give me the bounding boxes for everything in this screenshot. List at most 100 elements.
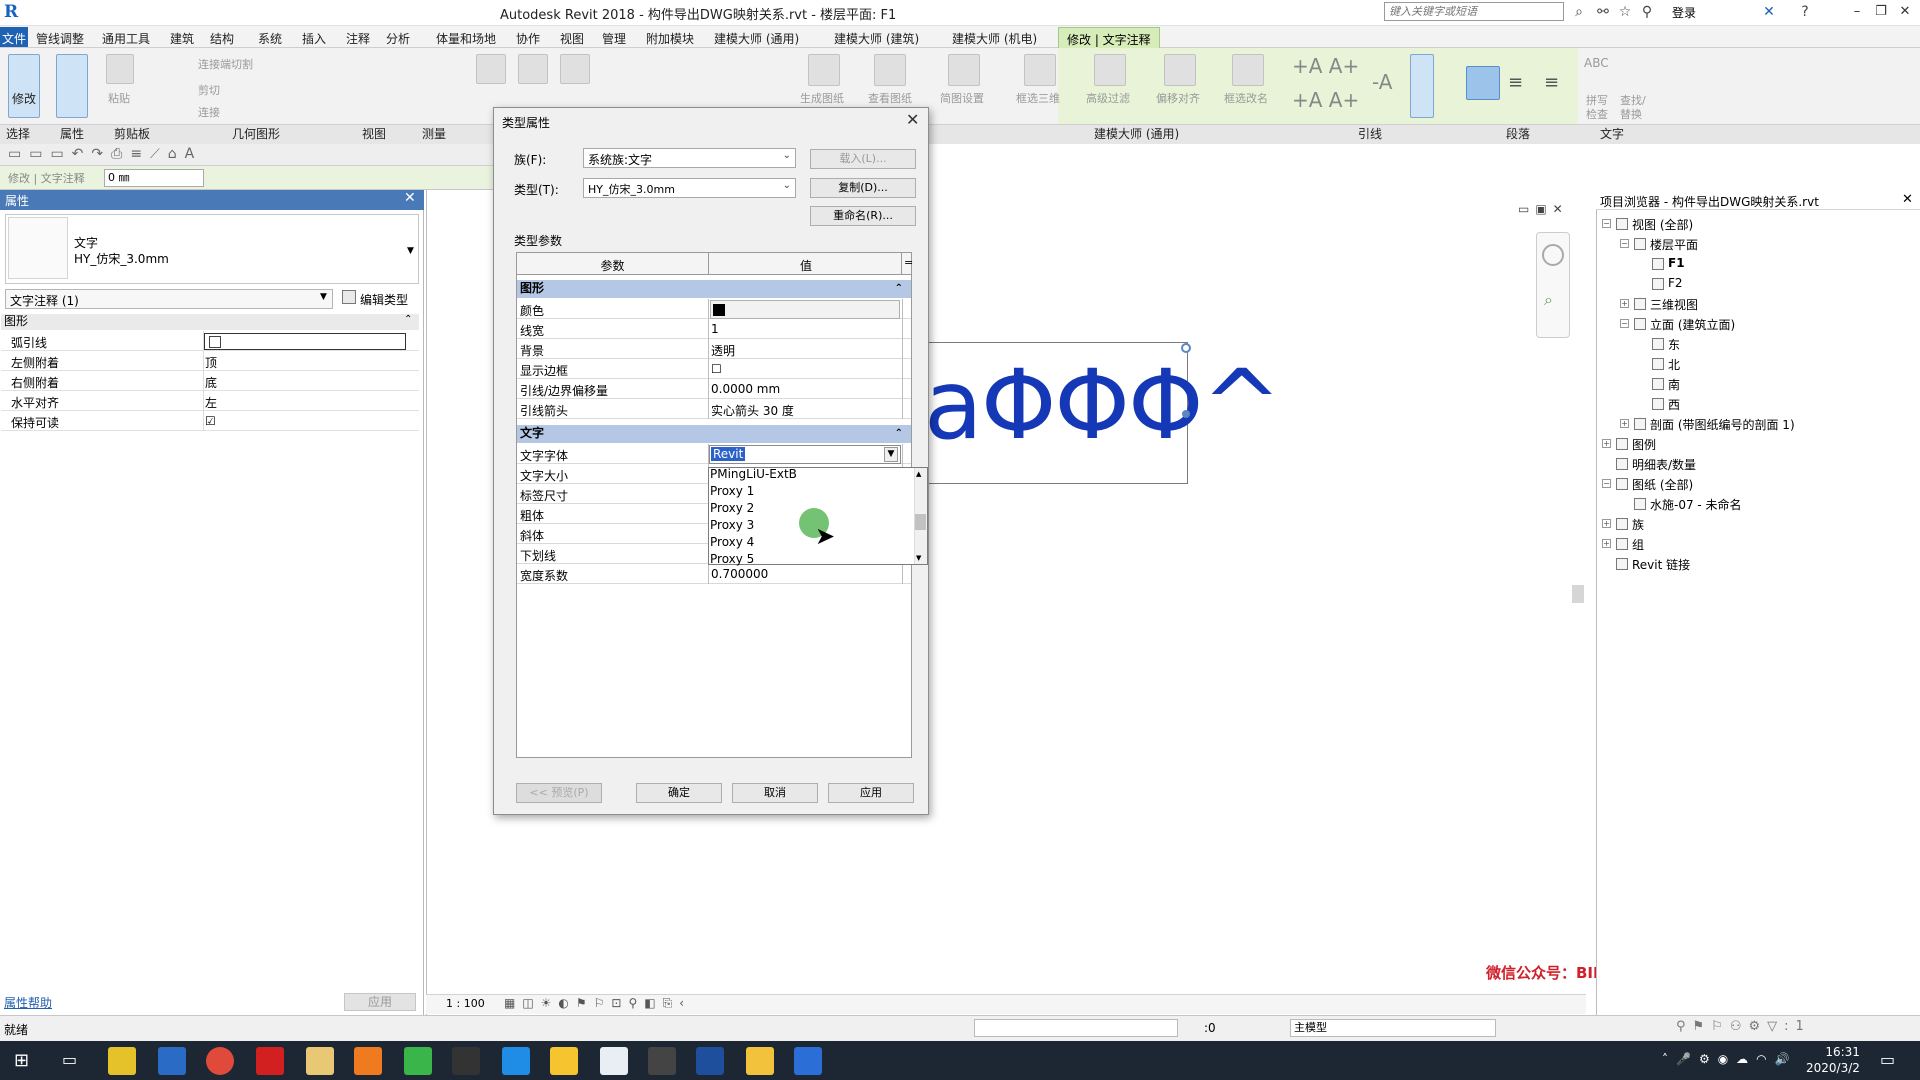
wechat-icon[interactable]: [404, 1047, 432, 1075]
close-window-button[interactable]: ✕: [1894, 2, 1916, 22]
scroll-up-icon[interactable]: ▲: [916, 470, 921, 478]
column-header-parameter[interactable]: 参数: [517, 257, 708, 274]
arc-leader-value-cell[interactable]: [204, 333, 406, 350]
ok-button[interactable]: 确定: [636, 783, 722, 803]
tree-expander-icon[interactable]: −: [1602, 219, 1611, 228]
leader-position-icon[interactable]: [1410, 54, 1434, 118]
column-header-value[interactable]: 值: [709, 257, 903, 274]
search-input[interactable]: 键入关键字或短语: [1384, 2, 1564, 21]
view-drawing-icon[interactable]: [874, 54, 906, 86]
arc-leader-checkbox[interactable]: [209, 336, 221, 348]
align-left-icon[interactable]: [1466, 66, 1500, 100]
revit-logo-icon[interactable]: R: [4, 2, 22, 22]
panel-text[interactable]: 文字: [1600, 125, 1624, 142]
qq-icon[interactable]: [452, 1047, 480, 1075]
menu-tab-4[interactable]: 系统: [258, 30, 282, 47]
align-center-icon[interactable]: ≡: [1508, 72, 1523, 93]
login-link[interactable]: 登录: [1672, 4, 1696, 21]
app-icon[interactable]: [158, 1047, 186, 1075]
chevron-down-icon[interactable]: ▼: [884, 447, 898, 462]
view-control-icons[interactable]: ▦◫☀◐⚑⚐⊡⚲◧⎘‹: [504, 996, 691, 1011]
tab-modify-text-annotation[interactable]: 修改 | 文字注释: [1058, 27, 1160, 48]
offset-align-icon[interactable]: [1164, 54, 1196, 86]
tree-expander-icon[interactable]: +: [1602, 539, 1611, 548]
parameter-row[interactable]: 显示边框 ☐: [517, 359, 911, 379]
user-icon[interactable]: ⚲: [1638, 3, 1656, 21]
selection-filter-icons[interactable]: ⚲⚑⚐⚇⚙▽:1: [1676, 1019, 1811, 1034]
parameter-row[interactable]: 线宽 1: [517, 319, 911, 339]
align-right-icon[interactable]: ≡: [1544, 72, 1559, 93]
app-icon[interactable]: [600, 1047, 628, 1075]
property-row[interactable]: 右侧附着 底: [1, 371, 419, 391]
type-select[interactable]: HY_仿宋_3.0mm ⌄: [583, 178, 796, 198]
load-button[interactable]: 载入(L)...: [810, 149, 916, 169]
width-grip-handle[interactable]: [1182, 410, 1190, 418]
menu-tab-0[interactable]: 管线调整: [36, 30, 84, 47]
tree-item[interactable]: 组: [1632, 536, 1644, 553]
font-option[interactable]: Proxy 1: [710, 484, 754, 498]
tree-item[interactable]: 东: [1668, 336, 1680, 353]
tree-item[interactable]: F1: [1668, 256, 1685, 270]
tree-expander-icon[interactable]: −: [1620, 319, 1629, 328]
tree-item[interactable]: F2: [1668, 276, 1683, 290]
spell-check-icon[interactable]: ABC: [1584, 56, 1609, 70]
notification-icon[interactable]: ▭: [1880, 1050, 1895, 1069]
scroll-down-icon[interactable]: ▼: [916, 554, 921, 562]
chevron-down-icon[interactable]: ▼: [407, 246, 414, 256]
potplayer-icon[interactable]: [108, 1047, 136, 1075]
qat-icons[interactable]: ▭▭▭↶↷⎙≡⟋⌂A: [8, 146, 202, 162]
menu-tab-12[interactable]: 附加模块: [646, 30, 694, 47]
task-view-icon[interactable]: ▭: [62, 1050, 77, 1069]
menu-tab-13[interactable]: 建模大师 (通用): [714, 30, 799, 47]
paste-icon[interactable]: [106, 54, 134, 84]
menu-tab-8[interactable]: 体量和场地: [436, 30, 496, 47]
minimize-button[interactable]: –: [1846, 2, 1868, 22]
tree-item[interactable]: 立面 (建筑立面): [1650, 316, 1735, 333]
canvas-vertical-scrollbar[interactable]: [1572, 585, 1584, 603]
font-option[interactable]: Proxy 3: [710, 518, 754, 532]
properties-apply-button[interactable]: 应用: [344, 993, 416, 1011]
font-option[interactable]: Proxy 4: [710, 535, 754, 549]
app-icon[interactable]: [502, 1047, 530, 1075]
app-icon[interactable]: [794, 1047, 822, 1075]
tree-expander-icon[interactable]: +: [1620, 299, 1629, 308]
tree-item[interactable]: 剖面 (带图纸编号的剖面 1): [1650, 416, 1795, 433]
rename-button[interactable]: 重命名(R)...: [810, 206, 916, 226]
search-app-icon[interactable]: [354, 1047, 382, 1075]
steering-wheel-icon[interactable]: [1542, 244, 1564, 266]
menu-tab-7[interactable]: 分析: [386, 30, 410, 47]
view-tool-icon[interactable]: [518, 54, 548, 84]
column-menu-icon[interactable]: =: [904, 256, 913, 269]
advanced-filter-icon[interactable]: [1094, 54, 1126, 86]
menu-tab-9[interactable]: 协作: [516, 30, 540, 47]
measure-tool-icon[interactable]: [560, 54, 590, 84]
windows-start-icon[interactable]: ⊞: [14, 1050, 29, 1071]
zoom-icon[interactable]: ⌕: [1544, 290, 1553, 310]
workset-select[interactable]: [974, 1019, 1178, 1037]
menu-tab-2[interactable]: 建筑: [170, 30, 194, 47]
app-icon[interactable]: [306, 1047, 334, 1075]
tree-expander-icon[interactable]: −: [1602, 479, 1611, 488]
tree-item[interactable]: 族: [1632, 516, 1644, 533]
system-tray-icons[interactable]: ˄🎤⚙◉☁◠🔊: [1662, 1052, 1798, 1066]
remove-leader-icon[interactable]: -A: [1372, 70, 1392, 94]
apply-button[interactable]: 应用: [828, 783, 914, 803]
star-app-icon[interactable]: [550, 1047, 578, 1075]
rotate-handle[interactable]: [1181, 343, 1191, 353]
file-explorer-icon[interactable]: [746, 1047, 774, 1075]
parameter-row[interactable]: 引线/边界偏移量 0.0000 mm: [517, 379, 911, 399]
properties-group-graphics[interactable]: 图形: [1, 314, 419, 330]
tree-expander-icon[interactable]: +: [1602, 439, 1611, 448]
menu-tab-11[interactable]: 管理: [602, 30, 626, 47]
modify-tool-icon[interactable]: [8, 54, 40, 118]
app-icon[interactable]: [648, 1047, 676, 1075]
frame-rename-icon[interactable]: [1232, 54, 1264, 86]
close-icon[interactable]: ✕: [404, 190, 416, 206]
dropdown-scroll-thumb[interactable]: [915, 514, 926, 530]
parameter-row[interactable]: 背景 透明: [517, 339, 911, 359]
menu-tab-15[interactable]: 建模大师 (机电): [952, 30, 1037, 47]
properties-tool-icon[interactable]: [56, 54, 88, 118]
tree-expander-icon[interactable]: +: [1602, 519, 1611, 528]
family-select[interactable]: 系统族:文字 ⌄: [583, 148, 796, 168]
tree-item[interactable]: 北: [1668, 356, 1680, 373]
